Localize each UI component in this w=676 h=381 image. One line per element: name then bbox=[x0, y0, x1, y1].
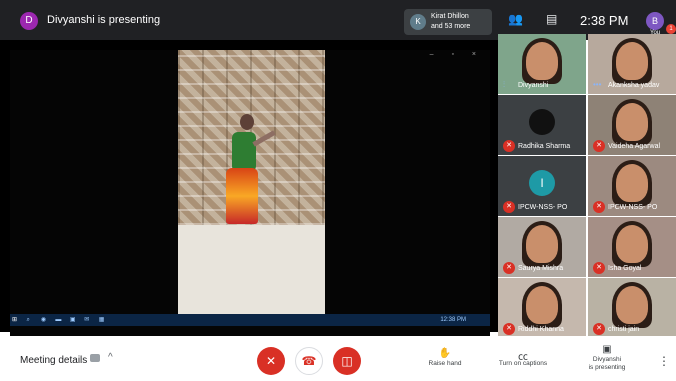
participant-face bbox=[526, 286, 558, 324]
phone-hangup-icon[interactable]: ☎ bbox=[295, 347, 323, 375]
mic-off-icon: ✕ bbox=[503, 323, 515, 335]
edge-icon: ◉ bbox=[40, 317, 47, 323]
window-controls: – ▫ × bbox=[429, 51, 484, 58]
search-icon: ⌕ bbox=[26, 317, 30, 323]
keyboard-icon bbox=[90, 354, 100, 362]
more-vert-icon[interactable]: ⋮ bbox=[658, 354, 670, 368]
notification-badge: 1 bbox=[666, 24, 676, 34]
windows-start-icon: ⊞ bbox=[12, 317, 18, 323]
participant-face bbox=[526, 225, 558, 263]
bottom-bar: Meeting details ^ ✕ ☎ ◫ ✋ Raise hand ㏄ T… bbox=[0, 336, 676, 381]
participant-name: Saurya Mishra bbox=[518, 265, 564, 272]
presenting-line1: Divyanshi bbox=[592, 356, 622, 363]
presenter-title: Divyanshi is presenting bbox=[47, 14, 161, 26]
mic-off-icon: ✕ bbox=[503, 201, 515, 213]
participant-face bbox=[616, 286, 648, 324]
participant-tile[interactable]: ✕ christi jain bbox=[588, 278, 676, 338]
participant-tile[interactable]: ✕ Isha Goyal bbox=[588, 217, 676, 277]
hand-icon: ✋ bbox=[438, 348, 452, 359]
taskbar-time: 12:38 PM bbox=[440, 317, 466, 323]
participant-name: IPCW-NSS- PO bbox=[518, 204, 568, 211]
store-icon: ▣ bbox=[69, 317, 76, 323]
participants-summary: Kirat Dhillon and 53 more bbox=[431, 12, 470, 32]
participant-initial bbox=[529, 109, 555, 135]
participants-count: and 53 more bbox=[431, 23, 471, 30]
participant-face bbox=[616, 164, 648, 202]
floor bbox=[178, 225, 325, 314]
participants-chip[interactable]: K Kirat Dhillon and 53 more bbox=[404, 9, 492, 35]
captions-label: Turn on captions bbox=[498, 360, 548, 367]
participant-face bbox=[616, 42, 648, 80]
mic-off-icon: ✕ bbox=[503, 262, 515, 274]
participant-face bbox=[526, 42, 558, 80]
dancer-head bbox=[240, 114, 254, 130]
participant-name: Akanksha yadav bbox=[608, 82, 660, 89]
participants-first-name: Kirat Dhillon bbox=[431, 13, 469, 20]
present-icon: ▣ bbox=[602, 344, 612, 355]
mic-off-icon: ✕ bbox=[593, 140, 605, 152]
folder-icon: ▬ bbox=[55, 317, 62, 323]
mail-icon: ✉ bbox=[84, 317, 90, 323]
participant-name: Radhika Sharma bbox=[518, 143, 571, 150]
camera-off-icon[interactable]: ◫ bbox=[333, 347, 361, 375]
cc-icon: ㏄ bbox=[518, 352, 528, 363]
participant-tile[interactable]: ⫶ Divyanshi bbox=[498, 34, 586, 94]
shared-taskbar: ⊞ ⌕ ◉ ▬ ▣ ✉ ▦ 12:38 PM bbox=[10, 314, 490, 326]
clock: 2:38 PM bbox=[580, 13, 629, 28]
raise-hand-label: Raise hand bbox=[428, 360, 462, 367]
chevron-up-icon[interactable]: ^ bbox=[108, 352, 113, 363]
mic-off-icon[interactable]: ✕ bbox=[257, 347, 285, 375]
participant-tile[interactable]: ✕ Radhika Sharma bbox=[498, 95, 586, 155]
chat-icon[interactable]: ▤ bbox=[546, 12, 557, 26]
mic-off-icon: ✕ bbox=[593, 201, 605, 213]
participant-tile[interactable]: I ✕ IPCW-NSS- PO bbox=[498, 156, 586, 216]
shared-video bbox=[178, 50, 325, 314]
speaking-icon: ••• bbox=[593, 80, 602, 89]
speaking-icon: ⫶ bbox=[503, 80, 505, 89]
participant-name: Divyanshi bbox=[518, 82, 549, 89]
app-icon: ▦ bbox=[98, 317, 105, 323]
participant-name: Isha Goyal bbox=[608, 265, 642, 272]
meeting-details-button[interactable]: Meeting details bbox=[20, 355, 87, 366]
participant-tile[interactable]: ✕ Riddhi Khanna bbox=[498, 278, 586, 338]
presenting-line2: is presenting bbox=[588, 364, 626, 371]
shared-screen: – ▫ × ⊞ ⌕ ◉ ▬ ▣ ✉ ▦ 12:38 PM bbox=[10, 50, 490, 352]
presentation-stage: – ▫ × ⊞ ⌕ ◉ ▬ ▣ ✉ ▦ 12:38 PM bbox=[0, 40, 498, 352]
present-button[interactable]: ▣ Divyanshi is presenting bbox=[572, 344, 642, 372]
user-avatar[interactable]: B bbox=[646, 12, 664, 30]
participant-name: Riddhi Khanna bbox=[518, 326, 564, 333]
mic-off-icon: ✕ bbox=[593, 262, 605, 274]
raise-hand-button[interactable]: ✋ Raise hand bbox=[410, 348, 480, 368]
people-icon[interactable]: 👥 bbox=[508, 12, 523, 26]
dancer-costume bbox=[226, 168, 258, 224]
participant-avatar: K bbox=[410, 14, 426, 30]
participant-name: Vaideha Agarwal bbox=[608, 143, 661, 150]
presenter-avatar: D bbox=[20, 12, 38, 30]
participant-tile[interactable]: ••• Akanksha yadav bbox=[588, 34, 676, 94]
participant-tile[interactable]: ✕ IPCW-NSS- PO bbox=[588, 156, 676, 216]
participant-name: christi jain bbox=[608, 326, 640, 333]
participant-name: IPCW-NSS- PO bbox=[608, 204, 658, 211]
participant-initial: I bbox=[529, 170, 555, 196]
mic-off-icon: ✕ bbox=[503, 140, 515, 152]
participant-tile[interactable]: ✕ Saurya Mishra bbox=[498, 217, 586, 277]
participant-face bbox=[616, 225, 648, 263]
participant-tile[interactable]: ✕ Vaideha Agarwal bbox=[588, 95, 676, 155]
mic-off-icon: ✕ bbox=[593, 323, 605, 335]
participant-face bbox=[616, 103, 648, 141]
dancer-body bbox=[232, 132, 256, 172]
captions-button[interactable]: ㏄ Turn on captions bbox=[488, 348, 558, 368]
